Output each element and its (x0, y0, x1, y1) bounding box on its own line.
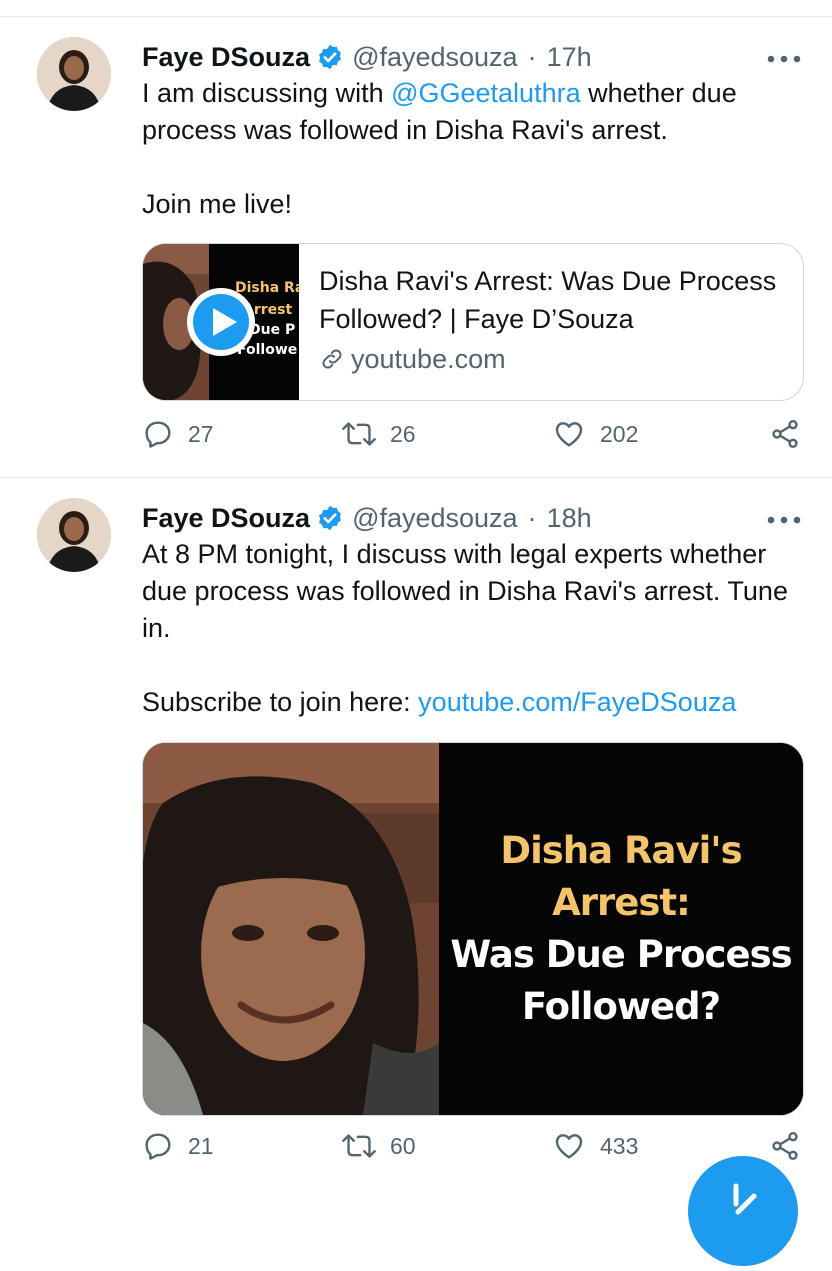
tweet-text-part: I am discussing with (142, 78, 392, 108)
verified-badge-icon (316, 43, 344, 71)
retweet-button[interactable]: 26 (342, 418, 416, 450)
link-card[interactable]: Disha Ra Arrest Due P Followe Disha Ravi… (142, 243, 804, 401)
tweet-actions: 27 26 202 (142, 418, 802, 458)
more-dots-icon[interactable] (766, 51, 802, 63)
verified-badge-icon (316, 504, 344, 532)
retweet-count: 26 (390, 420, 416, 447)
card-domain: youtube.com (319, 340, 506, 378)
separator-dot: · (527, 41, 537, 72)
author-handle[interactable]: @fayedsouza (352, 42, 518, 73)
image-title-line: Arrest: (552, 881, 691, 924)
link-icon (322, 349, 342, 369)
timestamp[interactable]: 17h (547, 42, 592, 73)
like-count: 433 (600, 1132, 639, 1159)
like-button[interactable]: 202 (552, 418, 638, 450)
card-thumbnail: Disha Ra Arrest Due P Followe (143, 244, 299, 400)
retweet-icon (342, 422, 376, 446)
reply-icon (145, 421, 171, 448)
compose-icon (733, 1183, 757, 1215)
reply-count: 21 (188, 1132, 214, 1159)
retweet-button[interactable]: 60 (342, 1130, 416, 1162)
reply-icon (145, 1133, 171, 1160)
tweet-text: I am discussing with @GGeetaluthra wheth… (142, 75, 802, 223)
avatar[interactable] (37, 37, 111, 111)
timeline-top-edge (0, 0, 832, 17)
heart-icon (555, 422, 583, 447)
tweet-text: At 8 PM tonight, I discuss with legal ex… (142, 536, 802, 721)
author-handle[interactable]: @fayedsouza (352, 503, 518, 534)
image-title-line: Followed? (521, 985, 721, 1028)
author-name[interactable]: Faye DSouza (142, 42, 310, 73)
like-count: 202 (600, 420, 639, 447)
reply-count: 27 (188, 420, 214, 447)
tweet-image[interactable]: Disha Ravi's Arrest: Was Due Process Fol… (142, 742, 804, 1116)
tweet-text-line: At 8 PM tonight, I discuss with legal ex… (142, 539, 788, 643)
card-domain-text: youtube.com (351, 344, 506, 374)
retweet-count: 60 (390, 1132, 416, 1159)
reply-button[interactable]: 21 (142, 1130, 214, 1162)
heart-icon (555, 1134, 583, 1159)
like-button[interactable]: 433 (552, 1130, 638, 1162)
photo-portrait (143, 743, 439, 1115)
separator-dot: · (527, 502, 537, 533)
tweet[interactable]: Faye DSouza @fayedsouza · 17h I am discu… (0, 17, 832, 477)
mention-link[interactable]: @GGeetaluthra (391, 78, 581, 108)
retweet-icon (342, 1134, 376, 1158)
url-link[interactable]: youtube.com/FayeDSouza (418, 687, 736, 717)
avatar[interactable] (37, 498, 111, 572)
timestamp[interactable]: 18h (547, 503, 592, 534)
more-dots-icon[interactable] (766, 512, 802, 524)
tweet[interactable]: Faye DSouza @fayedsouza · 18h At 8 PM to… (0, 478, 832, 1200)
thumb-text: Due P (249, 322, 295, 338)
tweet-text-line: Join me live! (142, 189, 293, 219)
image-title-line: Was Due Process (450, 933, 792, 976)
compose-tweet-button[interactable] (688, 1156, 798, 1266)
play-icon[interactable] (187, 288, 255, 356)
image-title: Disha Ravi's Arrest: Was Due Process Fol… (439, 825, 803, 1033)
author-name[interactable]: Faye DSouza (142, 503, 310, 534)
tweet-text-part: Subscribe to join here: (142, 687, 419, 717)
share-button[interactable] (768, 418, 816, 450)
reply-button[interactable]: 27 (142, 418, 214, 450)
card-title[interactable]: Disha Ravi's Arrest: Was Due Process Fol… (319, 262, 789, 338)
thumb-text: Disha Ra (235, 280, 299, 296)
share-icon (772, 420, 798, 448)
image-title-panel: Disha Ravi's Arrest: Was Due Process Fol… (439, 743, 803, 1115)
image-title-line: Disha Ravi's (500, 829, 742, 872)
